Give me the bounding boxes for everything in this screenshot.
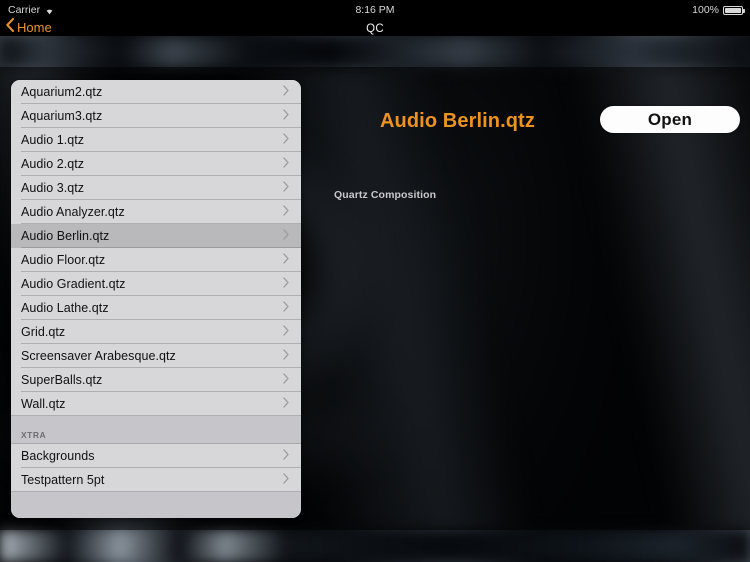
detail-kind-label: Quartz Composition bbox=[334, 189, 437, 201]
chevron-right-icon bbox=[283, 133, 291, 147]
file-list-item[interactable]: Backgrounds bbox=[11, 444, 301, 468]
chevron-right-icon bbox=[283, 277, 291, 291]
detail-pane: Audio Berlin.qtz Open Quartz Composition bbox=[305, 67, 750, 530]
chevron-right-icon bbox=[283, 229, 291, 243]
file-list-item[interactable]: Screensaver Arabesque.qtz bbox=[11, 344, 301, 368]
file-list-item-label: Audio 2.qtz bbox=[21, 157, 85, 171]
file-list-panel: Aquarium2.qtz Aquarium3.qtz Audio 1.qtz Aud… bbox=[11, 80, 301, 518]
file-list-item[interactable]: Audio 2.qtz bbox=[11, 152, 301, 176]
file-list-item-label: Audio Analyzer.qtz bbox=[21, 205, 125, 219]
file-list-footer bbox=[11, 492, 301, 518]
file-list-item-label: Audio Floor.qtz bbox=[21, 253, 106, 267]
status-bar-right: 100% bbox=[692, 4, 745, 16]
chevron-right-icon bbox=[283, 325, 291, 339]
list-section-header: XTRA bbox=[11, 416, 301, 444]
file-list-item-label: Wall.qtz bbox=[21, 397, 66, 411]
status-bar: Carrier 8:16 PM 100% bbox=[0, 0, 750, 20]
chevron-right-icon bbox=[283, 373, 291, 387]
chevron-right-icon bbox=[283, 109, 291, 123]
clock-label: 8:16 PM bbox=[355, 4, 395, 16]
detail-title: Audio Berlin.qtz bbox=[380, 110, 535, 132]
file-list-item[interactable]: Audio Lathe.qtz bbox=[11, 296, 301, 320]
file-list-item[interactable]: Audio Analyzer.qtz bbox=[11, 200, 301, 224]
chevron-right-icon bbox=[283, 205, 291, 219]
file-list: Aquarium2.qtz Aquarium3.qtz Audio 1.qtz Aud… bbox=[11, 80, 301, 492]
chevron-right-icon bbox=[283, 85, 291, 99]
file-list-item-label: Backgrounds bbox=[21, 449, 95, 463]
app-screen: Carrier 8:16 PM 100% Home QC Aquarium2.q… bbox=[0, 0, 750, 562]
file-list-item-label: Audio 3.qtz bbox=[21, 181, 85, 195]
file-list-item[interactable]: Audio 3.qtz bbox=[11, 176, 301, 200]
file-list-item[interactable]: Grid.qtz bbox=[11, 320, 301, 344]
open-button-label: Open bbox=[647, 109, 693, 129]
battery-percent-label: 100% bbox=[692, 4, 719, 16]
file-list-item-label: Audio Gradient.qtz bbox=[21, 277, 126, 291]
file-list-item[interactable]: SuperBalls.qtz bbox=[11, 368, 301, 392]
chevron-right-icon bbox=[283, 301, 291, 315]
file-list-item-label: Screensaver Arabesque.qtz bbox=[21, 349, 176, 363]
list-section-header-label: XTRA bbox=[21, 430, 47, 440]
open-button[interactable]: Open bbox=[600, 106, 740, 133]
file-list-item[interactable]: Audio Gradient.qtz bbox=[11, 272, 301, 296]
chevron-right-icon bbox=[283, 253, 291, 267]
file-list-item-label: Audio Lathe.qtz bbox=[21, 301, 109, 315]
chevron-right-icon bbox=[283, 449, 291, 463]
file-list-item-label: SuperBalls.qtz bbox=[21, 373, 103, 387]
file-list-item[interactable]: Wall.qtz bbox=[11, 392, 301, 416]
file-list-item[interactable]: Testpattern 5pt bbox=[11, 468, 301, 492]
file-list-item[interactable]: Aquarium2.qtz bbox=[11, 80, 301, 104]
page-title: QC bbox=[366, 23, 384, 35]
battery-full-icon bbox=[723, 5, 745, 15]
file-list-item-label: Audio Berlin.qtz bbox=[21, 229, 110, 243]
file-list-item-label: Audio 1.qtz bbox=[21, 133, 85, 147]
chevron-right-icon bbox=[283, 473, 291, 487]
file-list-item-label: Grid.qtz bbox=[21, 325, 66, 339]
file-list-item-label: Aquarium3.qtz bbox=[21, 109, 103, 123]
chevron-right-icon bbox=[283, 397, 291, 411]
chevron-right-icon bbox=[283, 181, 291, 195]
file-list-item-label: Testpattern 5pt bbox=[21, 473, 105, 487]
navigation-bar: Home QC bbox=[0, 18, 750, 36]
chevron-right-icon bbox=[283, 157, 291, 171]
file-list-item[interactable]: Audio 1.qtz bbox=[11, 128, 301, 152]
file-list-item[interactable]: Audio Floor.qtz bbox=[11, 248, 301, 272]
chevron-right-icon bbox=[283, 349, 291, 363]
file-list-item[interactable]: Aquarium3.qtz bbox=[11, 104, 301, 128]
file-list-item-label: Aquarium2.qtz bbox=[21, 85, 103, 99]
file-list-item[interactable]: Audio Berlin.qtz bbox=[11, 224, 301, 248]
